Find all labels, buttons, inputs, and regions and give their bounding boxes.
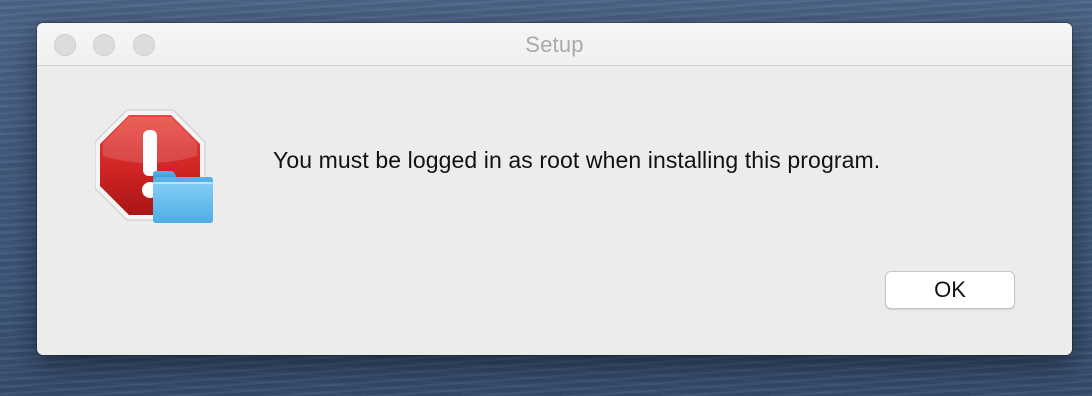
window-title: Setup [525, 32, 584, 57]
stop-sign-folder-icon [94, 108, 219, 226]
ok-button[interactable]: OK [885, 271, 1015, 309]
title-bar[interactable]: Setup [37, 23, 1072, 66]
alert-message: You must be logged in as root when insta… [273, 147, 881, 173]
setup-dialog: Setup You must be logged in as root when… [37, 23, 1072, 355]
